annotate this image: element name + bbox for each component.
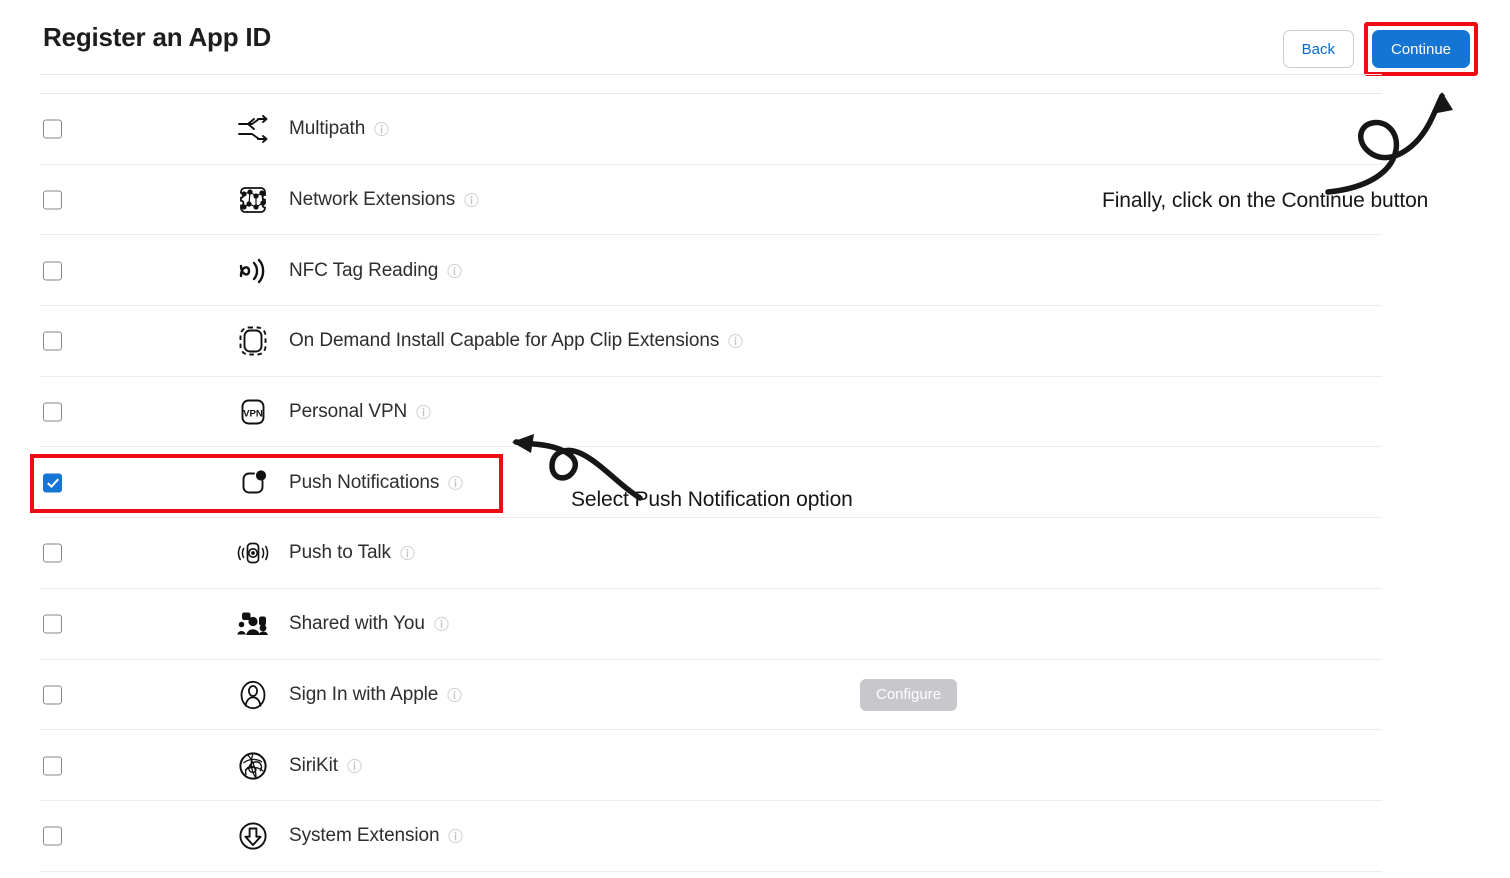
push-to-talk-icon (231, 531, 275, 575)
capability-checkbox[interactable] (43, 261, 62, 281)
capability-checkbox[interactable] (43, 119, 62, 139)
continue-button-highlight: Continue (1363, 22, 1478, 76)
capability-checkbox[interactable] (43, 543, 62, 563)
capability-checkbox[interactable] (43, 190, 62, 210)
system-extension-icon (231, 814, 275, 858)
capability-checkbox[interactable] (43, 331, 62, 351)
page-title: Register an App ID (43, 22, 272, 52)
row-separator (40, 870, 1382, 872)
capability-label: Network Extensions (289, 189, 456, 211)
personal-vpn-icon: VPN (231, 390, 275, 434)
capability-label: SiriKit (289, 754, 338, 776)
info-icon[interactable] (448, 475, 463, 490)
info-icon[interactable] (464, 192, 479, 208)
capability-row[interactable]: Multipath (0, 94, 1510, 165)
capability-checkbox[interactable] (43, 473, 62, 493)
capability-row[interactable]: Push to Talk (0, 518, 1510, 589)
capability-row[interactable]: VPN Personal VPN (0, 377, 1510, 448)
capability-label: Sign In with Apple (289, 683, 439, 705)
svg-text:VPN: VPN (243, 409, 263, 420)
info-icon[interactable] (448, 829, 463, 844)
capability-row[interactable]: NFC Tag Reading (0, 235, 1510, 307)
info-icon[interactable] (434, 617, 449, 632)
capability-checkbox[interactable] (43, 756, 62, 776)
info-icon[interactable] (400, 546, 415, 561)
shared-with-you-icon (231, 602, 275, 646)
header-actions: Back Continue (1282, 22, 1478, 76)
capability-row[interactable]: Shared with You (0, 589, 1510, 660)
capability-checkbox[interactable] (43, 402, 62, 422)
annotation-push-text: Select Push Notification option (571, 488, 853, 511)
info-icon[interactable] (347, 758, 362, 773)
app-clip-icon (231, 319, 275, 363)
info-icon[interactable] (416, 404, 431, 420)
header-divider-top (40, 74, 1382, 75)
push-notifications-icon (231, 461, 275, 505)
continue-button[interactable]: Continue (1371, 30, 1470, 68)
sirikit-icon (231, 744, 275, 788)
info-icon[interactable] (447, 263, 462, 278)
row-action: Configure (860, 678, 958, 711)
page-header: Register an App ID Back Continue (0, 0, 1510, 76)
capability-checkbox[interactable] (43, 614, 62, 634)
capability-label: Push to Talk (289, 542, 391, 564)
capability-row[interactable]: System Extension (0, 801, 1510, 872)
capability-row[interactable]: Sign In with Apple Configure (0, 660, 1510, 731)
capability-label: Push Notifications (289, 471, 440, 493)
multipath-icon (231, 107, 275, 151)
nfc-tag-reading-icon (231, 249, 275, 293)
info-icon[interactable] (374, 122, 389, 137)
network-extensions-icon (231, 178, 275, 222)
capability-label: Shared with You (289, 613, 425, 635)
back-button[interactable]: Back (1282, 30, 1354, 68)
configure-button[interactable]: Configure (860, 678, 958, 711)
capability-label: System Extension (289, 825, 440, 847)
info-icon[interactable] (447, 687, 462, 702)
info-icon[interactable] (728, 334, 743, 349)
capability-label: Personal VPN (289, 401, 408, 423)
annotation-continue-text: Finally, click on the Continue button (1102, 189, 1429, 212)
capability-label: On Demand Install Capable for App Clip E… (289, 330, 720, 352)
capability-row[interactable]: SiriKit (0, 730, 1510, 801)
capability-label: Multipath (289, 118, 366, 140)
capability-label: NFC Tag Reading (289, 259, 439, 281)
capability-row[interactable]: On Demand Install Capable for App Clip E… (0, 306, 1510, 377)
capability-checkbox[interactable] (43, 826, 62, 846)
capability-checkbox[interactable] (43, 685, 62, 705)
sign-in-with-apple-icon (231, 673, 275, 717)
